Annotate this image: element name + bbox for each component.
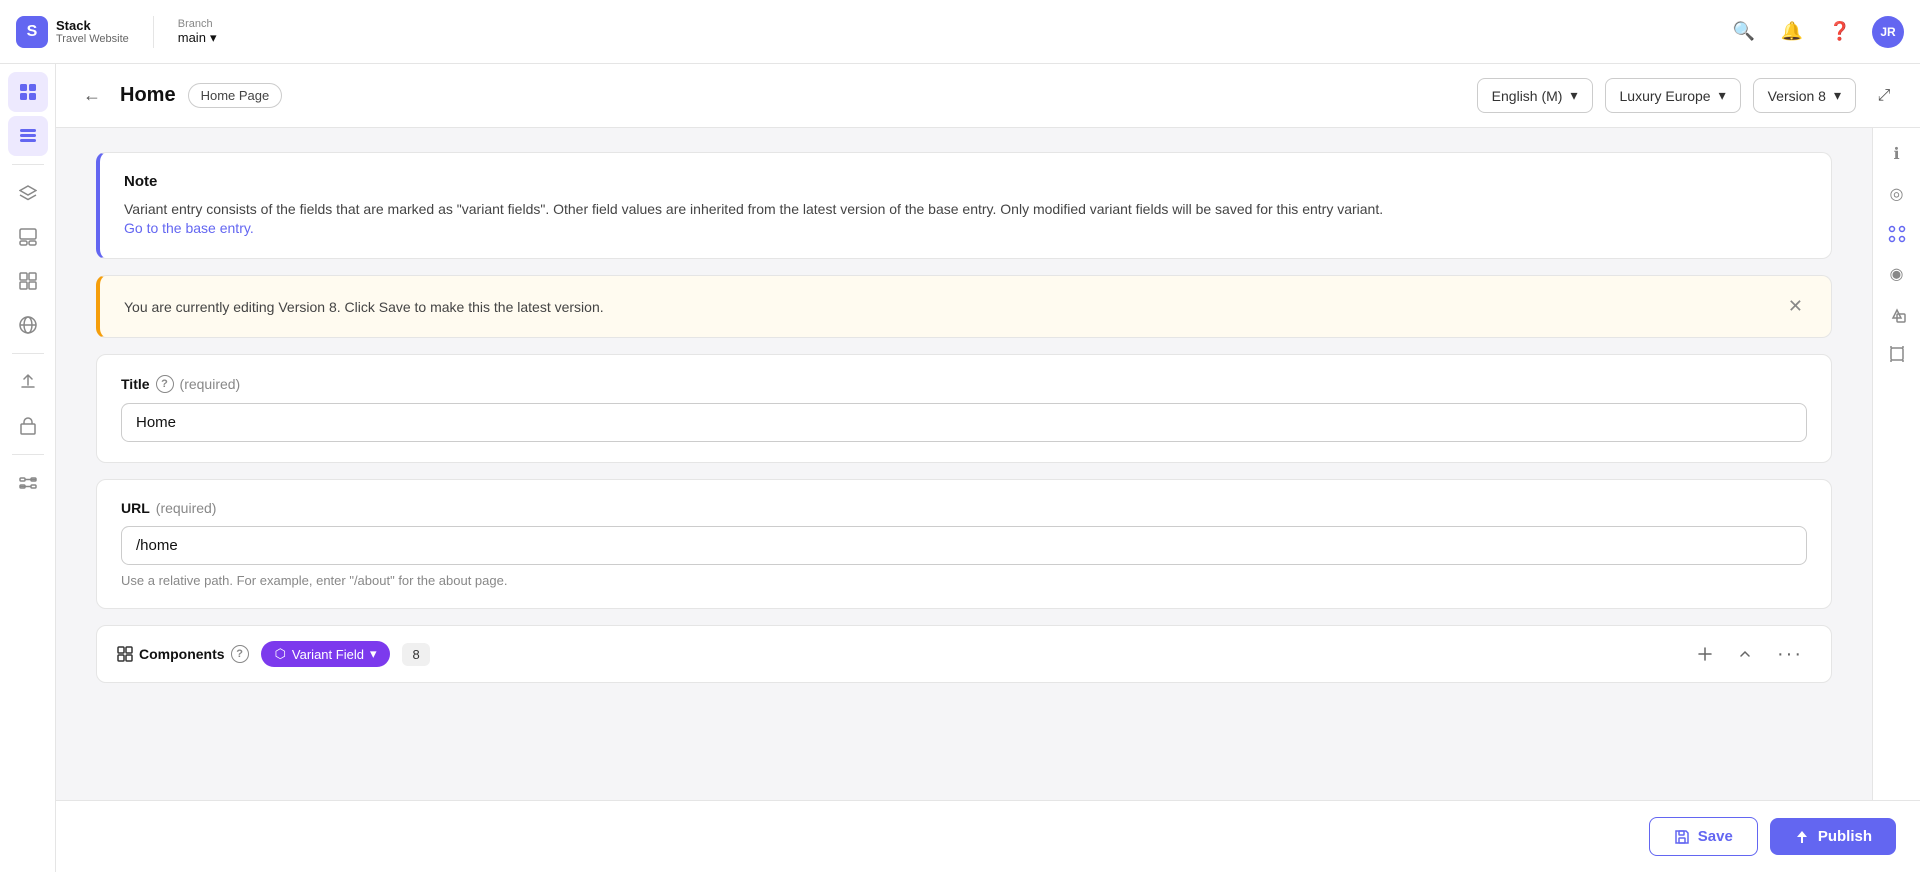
- logo-icon: S: [16, 16, 48, 48]
- note-box: Note Variant entry consists of the field…: [96, 152, 1832, 259]
- branch-selector[interactable]: Branch main ▾: [178, 18, 217, 46]
- save-button-label: Save: [1698, 828, 1733, 845]
- version-label: Version 8: [1768, 88, 1826, 104]
- right-panel: ℹ ◎ ◉: [1872, 128, 1920, 800]
- component-count-badge: 8: [402, 643, 429, 666]
- frame-panel-button[interactable]: [1879, 336, 1915, 372]
- version-selector[interactable]: Version 8 ▾: [1753, 78, 1856, 113]
- back-button[interactable]: ←: [76, 80, 108, 112]
- publish-button-label: Publish: [1818, 828, 1872, 845]
- sidebar-item-layers[interactable]: [8, 173, 48, 213]
- url-field-label: URL (required): [121, 500, 1807, 516]
- branch-label: Branch: [178, 18, 217, 30]
- warning-text: You are currently editing Version 8. Cli…: [124, 299, 604, 315]
- url-required: (required): [156, 500, 217, 516]
- variant-chevron-icon: ▾: [370, 646, 377, 662]
- components-bar: Components ? ⬡ Variant Field ▾ 8: [96, 625, 1832, 683]
- help-button[interactable]: ❓: [1824, 16, 1856, 48]
- url-input[interactable]: [121, 526, 1807, 565]
- note-body: Variant entry consists of the fields tha…: [124, 198, 1807, 220]
- components-more-button[interactable]: ···: [1769, 639, 1811, 670]
- expand-button[interactable]: ⤢: [1868, 80, 1900, 112]
- sidebar-item-store[interactable]: [8, 406, 48, 446]
- brand-title: Stack: [56, 18, 129, 33]
- bottom-bar: Save Publish: [56, 800, 1920, 872]
- sidebar-divider-1: [12, 164, 44, 165]
- language-label: English (M): [1492, 88, 1563, 104]
- publish-button[interactable]: Publish: [1770, 818, 1896, 855]
- language-selector[interactable]: English (M) ▾: [1477, 78, 1593, 113]
- sidebar-item-settings[interactable]: [8, 463, 48, 503]
- components-label: Components ?: [117, 645, 249, 663]
- main-layout: ← Home Home Page English (M) ▾ Luxury Eu…: [0, 64, 1920, 872]
- sidebar: [0, 64, 56, 872]
- url-section: URL (required) Use a relative path. For …: [96, 479, 1832, 609]
- variant-field-badge[interactable]: ⬡ Variant Field ▾: [261, 641, 391, 667]
- components-bar-actions: ···: [1689, 638, 1811, 670]
- components-collapse-icon[interactable]: [1729, 638, 1761, 670]
- logo-area: S Stack Travel Website: [16, 16, 129, 48]
- variant-icon: ⬡: [275, 646, 286, 662]
- title-field-label: Title ? (required): [121, 375, 1807, 393]
- variant-chevron-icon: ▾: [1719, 87, 1726, 104]
- sidebar-item-grid[interactable]: [8, 261, 48, 301]
- info-panel-button[interactable]: ℹ: [1879, 136, 1915, 172]
- transform-panel-button[interactable]: [1879, 216, 1915, 252]
- note-link[interactable]: Go to the base entry.: [124, 220, 254, 236]
- main-content: Note Variant entry consists of the field…: [56, 128, 1872, 800]
- user-avatar[interactable]: JR: [1872, 16, 1904, 48]
- branch-chevron-icon: ▾: [210, 30, 217, 46]
- variant-label: Luxury Europe: [1620, 88, 1711, 104]
- title-required: (required): [180, 376, 241, 392]
- sidebar-item-upload[interactable]: [8, 362, 48, 402]
- radio-panel-button[interactable]: ◉: [1879, 256, 1915, 292]
- target-panel-button[interactable]: ◎: [1879, 176, 1915, 212]
- search-button[interactable]: 🔍: [1728, 16, 1760, 48]
- sidebar-item-globe[interactable]: [8, 305, 48, 345]
- warning-box: You are currently editing Version 8. Cli…: [96, 275, 1832, 338]
- header-selectors: English (M) ▾ Luxury Europe ▾ Version 8 …: [1477, 78, 1900, 113]
- notification-button[interactable]: 🔔: [1776, 16, 1808, 48]
- sidebar-item-layout[interactable]: [8, 217, 48, 257]
- nav-divider: [153, 16, 154, 48]
- url-hint: Use a relative path. For example, enter …: [121, 573, 1807, 588]
- language-chevron-icon: ▾: [1570, 87, 1577, 104]
- scrollable-content: Note Variant entry consists of the field…: [56, 128, 1920, 800]
- content-header: ← Home Home Page English (M) ▾ Luxury Eu…: [56, 64, 1920, 128]
- branch-value: main ▾: [178, 30, 217, 46]
- variant-selector[interactable]: Luxury Europe ▾: [1605, 78, 1741, 113]
- shapes-panel-button[interactable]: [1879, 296, 1915, 332]
- title-section: Title ? (required): [96, 354, 1832, 463]
- brand-sub: Travel Website: [56, 33, 129, 45]
- nav-brand: Stack Travel Website: [56, 18, 129, 45]
- title-help-icon[interactable]: ?: [156, 375, 174, 393]
- save-button[interactable]: Save: [1649, 817, 1758, 856]
- page-title: Home: [120, 84, 176, 107]
- warning-close-button[interactable]: ✕: [1784, 292, 1807, 321]
- sidebar-divider-2: [12, 353, 44, 354]
- version-chevron-icon: ▾: [1834, 87, 1841, 104]
- content-area: ← Home Home Page English (M) ▾ Luxury Eu…: [56, 64, 1920, 872]
- title-input[interactable]: [121, 403, 1807, 442]
- top-nav: S Stack Travel Website Branch main ▾ 🔍 🔔…: [0, 0, 1920, 64]
- sidebar-item-list[interactable]: [8, 116, 48, 156]
- sidebar-divider-3: [12, 454, 44, 455]
- top-nav-right: 🔍 🔔 ❓ JR: [1728, 16, 1904, 48]
- components-help-icon[interactable]: ?: [231, 645, 249, 663]
- page-tag: Home Page: [188, 83, 283, 108]
- sidebar-item-dashboard[interactable]: [8, 72, 48, 112]
- components-add-icon[interactable]: [1689, 638, 1721, 670]
- note-title: Note: [124, 173, 1807, 190]
